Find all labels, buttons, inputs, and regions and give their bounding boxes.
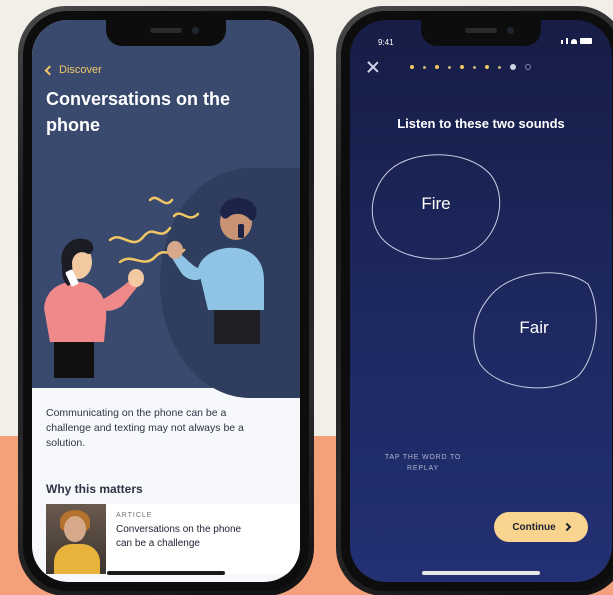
page-title: Conversations on the phone [46, 89, 231, 135]
listening-exercise-screen: 9:41 Listen to these two sounds Fire Fai… [350, 20, 612, 582]
back-label: Discover [59, 64, 102, 76]
phone-notch [106, 20, 226, 46]
progress-dot [525, 64, 531, 70]
chevron-right-icon [562, 522, 571, 532]
back-button[interactable]: Discover [44, 64, 102, 76]
word-button-fair[interactable]: Fair [468, 264, 600, 394]
home-indicator [107, 571, 225, 575]
progress-dot [448, 65, 451, 69]
phone-bezel: Discover Conversations on the phone Comm… [23, 11, 309, 591]
wifi-icon [571, 39, 577, 44]
article-body: ARTICLE Conversations on the phone can b… [106, 504, 256, 574]
signal-icon [566, 38, 568, 44]
close-button[interactable] [366, 60, 380, 74]
progress-dot [435, 65, 439, 69]
replay-hint: TAP THE WORD TO REPLAY [384, 454, 462, 472]
progress-dot [498, 65, 501, 69]
progress-dot [460, 65, 464, 69]
lesson-progress [410, 64, 531, 70]
phone-conversation-illustration [44, 196, 264, 378]
word-button-fire[interactable]: Fire [368, 146, 504, 264]
continue-label: Continue [512, 521, 556, 533]
section-heading: Why this matters [46, 482, 143, 496]
home-indicator [422, 571, 540, 575]
phone-left: Discover Conversations on the phone Comm… [18, 6, 314, 595]
chevron-left-icon [44, 65, 55, 75]
status-icons [561, 38, 592, 44]
article-card[interactable]: ARTICLE Conversations on the phone can b… [46, 504, 300, 574]
article-thumbnail [46, 504, 106, 574]
continue-button[interactable]: Continue [494, 512, 588, 542]
article-label: ARTICLE [116, 512, 153, 519]
progress-dot [410, 65, 414, 69]
hero-panel: Discover Conversations on the phone [32, 20, 300, 398]
progress-dot [510, 64, 516, 70]
intro-paragraph: Communicating on the phone can be a chal… [46, 407, 244, 449]
article-title: Conversations on the phone can be a chal… [116, 524, 242, 549]
phone-bezel: 9:41 Listen to these two sounds Fire Fai… [341, 11, 613, 591]
discover-screen: Discover Conversations on the phone Comm… [32, 20, 300, 582]
phone-right: 9:41 Listen to these two sounds Fire Fai… [336, 6, 613, 595]
progress-dot [485, 65, 489, 69]
battery-icon [580, 38, 592, 44]
progress-dot [473, 65, 476, 69]
word-label: Fair [519, 318, 549, 337]
progress-dot [423, 65, 426, 69]
exercise-prompt: Listen to these two sounds [397, 116, 565, 131]
word-label: Fire [421, 194, 451, 213]
phone-notch [421, 20, 541, 46]
signal-icon [561, 40, 563, 44]
status-time: 9:41 [378, 38, 394, 47]
